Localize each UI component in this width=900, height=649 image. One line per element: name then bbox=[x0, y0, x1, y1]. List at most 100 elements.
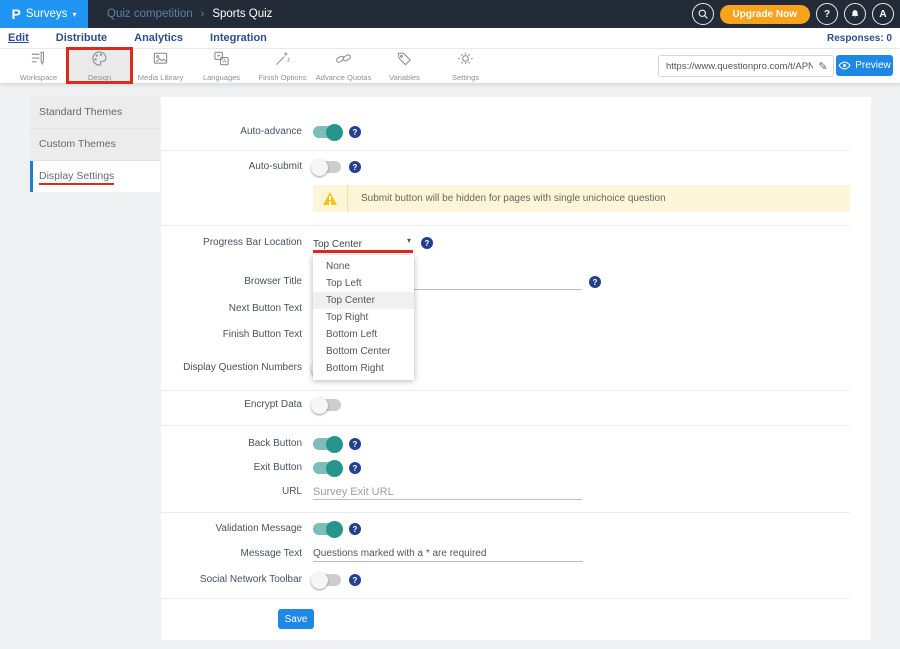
topbar: P Surveys ▾ Quiz competition › Sports Qu… bbox=[0, 0, 900, 28]
toolbar-item-label: Finish Options bbox=[259, 73, 307, 82]
app-window: P Surveys ▾ Quiz competition › Sports Qu… bbox=[0, 0, 900, 649]
survey-nav: Edit Distribute Analytics Integration Re… bbox=[0, 28, 900, 49]
selected-value: Top Center bbox=[313, 239, 362, 250]
message-text-input[interactable] bbox=[313, 546, 583, 562]
chevron-down-icon: ▾ bbox=[407, 236, 411, 245]
browser-title-help-icon[interactable]: ? bbox=[589, 276, 601, 288]
form-row-exit-button: Exit Button ? bbox=[161, 459, 861, 477]
toolbar-item-languages[interactable]: A Languages bbox=[191, 50, 252, 81]
upgrade-now-button[interactable]: Upgrade Now bbox=[720, 5, 810, 24]
form-row-auto-submit: Auto-submit ? bbox=[161, 158, 861, 176]
exit-button-toggle[interactable] bbox=[313, 462, 341, 474]
progress-bar-location-label: Progress Bar Location bbox=[161, 234, 302, 252]
sidebar-item-display-settings[interactable]: Display Settings bbox=[30, 161, 160, 192]
form-row-finish-button-text: Finish Button Text bbox=[161, 326, 861, 344]
toolbar-item-workspace[interactable]: Workspace bbox=[8, 50, 69, 81]
auto-advance-help-icon[interactable]: ? bbox=[349, 126, 361, 138]
dropdown-option-bottom-right[interactable]: Bottom Right bbox=[313, 360, 414, 377]
edit-url-pencil-icon[interactable]: ✎ bbox=[813, 60, 833, 73]
divider bbox=[161, 150, 850, 151]
social-network-toolbar-toggle[interactable] bbox=[313, 574, 341, 586]
topbar-actions: Upgrade Now ? A bbox=[692, 3, 894, 25]
toolbar-item-advance-quotas[interactable]: Advance Quotas bbox=[313, 50, 374, 81]
dropdown-option-top-left[interactable]: Top Left bbox=[313, 275, 414, 292]
display-settings-panel: Auto-advance ? Auto-submit ? Submit butt… bbox=[161, 97, 871, 640]
encrypt-data-label: Encrypt Data bbox=[161, 396, 302, 414]
toolbar-item-settings[interactable]: Settings bbox=[435, 50, 496, 81]
surveys-menu[interactable]: P Surveys ▾ bbox=[0, 0, 88, 28]
form-row-exit-url: URL bbox=[161, 483, 861, 501]
exit-button-label: Exit Button bbox=[161, 459, 302, 477]
languages-icon: A bbox=[212, 50, 231, 72]
media-library-icon bbox=[151, 50, 170, 72]
nav-tab-edit[interactable]: Edit bbox=[8, 32, 29, 44]
sidebar-item-standard-themes[interactable]: Standard Themes bbox=[30, 97, 160, 129]
toolbar-item-design[interactable]: Design bbox=[69, 50, 130, 81]
finish-button-text-label: Finish Button Text bbox=[161, 326, 302, 344]
form-row-browser-title: Browser Title ? bbox=[161, 273, 861, 291]
dropdown-option-top-center[interactable]: Top Center bbox=[313, 292, 414, 309]
back-button-help-icon[interactable]: ? bbox=[349, 438, 361, 450]
nav-tab-integration[interactable]: Integration bbox=[210, 32, 267, 44]
toolbar-item-variables[interactable]: Variables bbox=[374, 50, 435, 81]
toolbar-item-label: Media Library bbox=[138, 73, 183, 82]
nav-tab-distribute[interactable]: Distribute bbox=[56, 32, 107, 44]
dropdown-option-bottom-center[interactable]: Bottom Center bbox=[313, 343, 414, 360]
validation-message-help-icon[interactable]: ? bbox=[349, 523, 361, 535]
preview-button[interactable]: Preview bbox=[836, 55, 893, 76]
exit-button-help-icon[interactable]: ? bbox=[349, 462, 361, 474]
exit-url-input[interactable] bbox=[313, 484, 582, 500]
toolbar-item-label: Languages bbox=[203, 73, 240, 82]
exit-url-label: URL bbox=[161, 483, 302, 501]
settings-gear-icon bbox=[456, 50, 475, 72]
divider bbox=[161, 390, 850, 391]
dropdown-option-top-right[interactable]: Top Right bbox=[313, 309, 414, 326]
survey-url-text: https://www.questionpro.com/t/APNrFZ bbox=[659, 61, 813, 72]
user-avatar[interactable]: A bbox=[872, 3, 894, 25]
toolbar-item-media-library[interactable]: Media Library bbox=[130, 50, 191, 81]
svg-text:A: A bbox=[223, 59, 227, 65]
chevron-down-icon: ▾ bbox=[72, 10, 76, 19]
questionpro-logo-icon: P bbox=[12, 0, 21, 28]
warning-triangle-icon bbox=[322, 192, 338, 205]
progress-bar-location-select[interactable]: Top Center ▾ bbox=[313, 234, 413, 253]
progress-bar-help-icon[interactable]: ? bbox=[421, 237, 433, 249]
auto-submit-toggle[interactable] bbox=[313, 161, 341, 173]
dropdown-option-none[interactable]: None bbox=[313, 258, 414, 275]
surveys-menu-label: Surveys bbox=[26, 8, 68, 20]
save-button[interactable]: Save bbox=[278, 609, 314, 629]
validation-message-toggle[interactable] bbox=[313, 523, 341, 535]
search-icon[interactable] bbox=[692, 3, 714, 25]
form-row-auto-advance: Auto-advance ? bbox=[161, 123, 861, 141]
notifications-bell-icon[interactable] bbox=[844, 3, 866, 25]
auto-advance-label: Auto-advance bbox=[161, 123, 302, 141]
help-circle-icon[interactable]: ? bbox=[816, 3, 838, 25]
back-button-toggle[interactable] bbox=[313, 438, 341, 450]
dropdown-option-bottom-left[interactable]: Bottom Left bbox=[313, 326, 414, 343]
survey-url-field[interactable]: https://www.questionpro.com/t/APNrFZ ✎ bbox=[658, 55, 834, 77]
design-palette-icon bbox=[90, 50, 109, 72]
toolbar-item-label: Advance Quotas bbox=[316, 73, 371, 82]
encrypt-data-toggle[interactable] bbox=[313, 399, 341, 411]
finish-options-wand-icon bbox=[273, 50, 292, 72]
auto-submit-help-icon[interactable]: ? bbox=[349, 161, 361, 173]
sidebar-item-custom-themes[interactable]: Custom Themes bbox=[30, 129, 160, 161]
toolbar-item-finish-options[interactable]: Finish Options bbox=[252, 50, 313, 81]
auto-submit-label: Auto-submit bbox=[161, 158, 302, 176]
form-row-display-question-numbers: Display Question Numbers bbox=[161, 359, 861, 377]
divider bbox=[161, 598, 850, 599]
nav-tab-analytics[interactable]: Analytics bbox=[134, 32, 183, 44]
social-network-toolbar-help-icon[interactable]: ? bbox=[349, 574, 361, 586]
eye-icon bbox=[838, 61, 851, 70]
responses-count[interactable]: Responses: 0 bbox=[827, 33, 892, 44]
validation-message-label: Validation Message bbox=[161, 520, 302, 538]
breadcrumb: Quiz competition › Sports Quiz bbox=[107, 8, 272, 20]
breadcrumb-parent[interactable]: Quiz competition bbox=[107, 8, 193, 20]
display-question-numbers-label: Display Question Numbers bbox=[161, 359, 302, 377]
form-row-back-button: Back Button ? bbox=[161, 435, 861, 453]
toolbar-item-label: Design bbox=[88, 73, 111, 82]
auto-submit-warning: Submit button will be hidden for pages w… bbox=[313, 185, 850, 212]
divider bbox=[161, 425, 850, 426]
social-network-toolbar-label: Social Network Toolbar bbox=[161, 571, 302, 589]
auto-advance-toggle[interactable] bbox=[313, 126, 341, 138]
